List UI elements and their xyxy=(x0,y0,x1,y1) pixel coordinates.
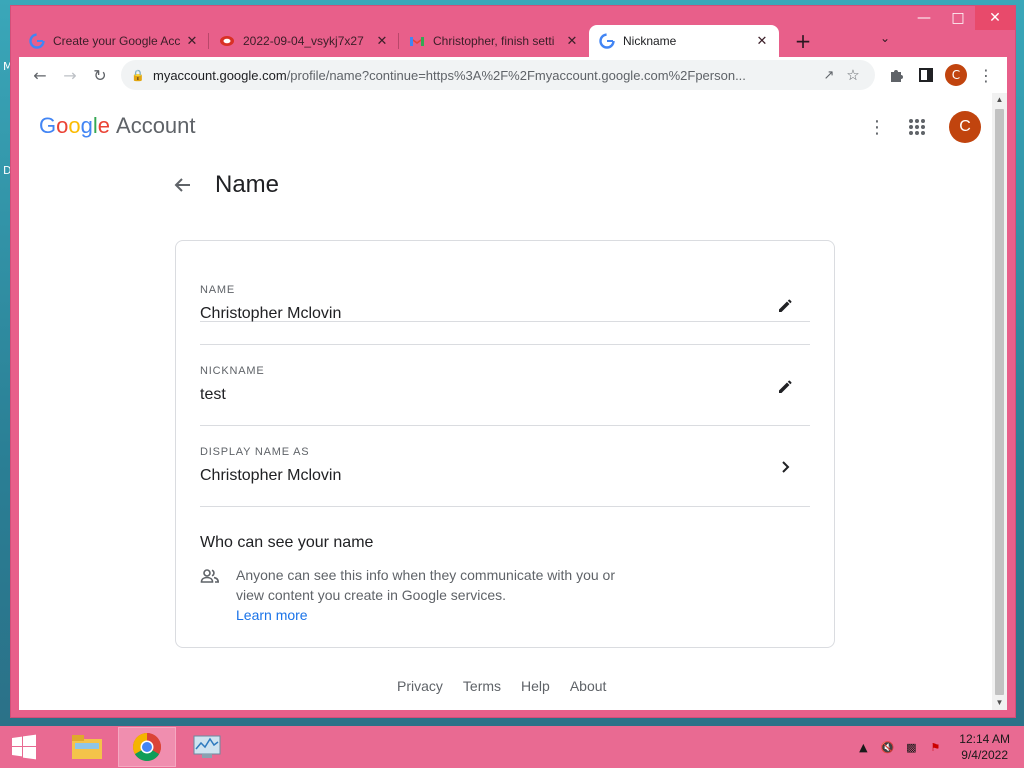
minimize-button[interactable]: — xyxy=(907,6,941,30)
tab-title: Create your Google Acc xyxy=(53,34,181,48)
scroll-up-arrow-icon[interactable]: ▲ xyxy=(992,93,1007,107)
row-value: Christopher Mclovin xyxy=(200,467,342,484)
chrome-taskbar-icon[interactable] xyxy=(118,727,176,767)
name-row-divider-frame xyxy=(200,264,810,345)
clock-date: 9/4/2022 xyxy=(961,748,1008,762)
logo-letter: o xyxy=(56,113,69,138)
account-avatar[interactable]: C xyxy=(949,111,981,143)
browser-toolbar: ← → ↻ 🔒 myaccount.google.com/profile/nam… xyxy=(19,57,1007,93)
google-g-icon xyxy=(29,33,45,49)
share-icon[interactable]: ↗ xyxy=(817,60,841,90)
people-icon xyxy=(200,566,220,586)
url-text[interactable]: myaccount.google.com/profile/name?contin… xyxy=(153,68,817,83)
who-can-see-text: Anyone can see this info when they commu… xyxy=(236,565,616,625)
tab-close-icon[interactable]: ✕ xyxy=(375,33,389,49)
action-center-flag-icon[interactable]: ⚑ xyxy=(923,741,947,754)
row-label: NICKNAME xyxy=(200,365,265,377)
tab-close-icon[interactable]: ✕ xyxy=(185,33,199,49)
side-panel-icon[interactable] xyxy=(911,60,941,90)
reload-button[interactable]: ↻ xyxy=(85,60,115,90)
tab-recording[interactable]: 2022-09-04_vsykj7x27 ✕ xyxy=(209,25,399,57)
system-tray: ▲ 🔇 ▩ ⚑ 12:14 AM 9/4/2022 xyxy=(851,726,1010,768)
windows-taskbar: ▲ 🔇 ▩ ⚑ 12:14 AM 9/4/2022 xyxy=(0,726,1024,768)
display-name-row[interactable]: DISPLAY NAME AS Christopher Mclovin xyxy=(200,426,810,507)
logo-letter: e xyxy=(97,113,111,138)
tab-strip: Create your Google Acc ✕ 2022-09-04_vsyk… xyxy=(19,21,865,57)
who-can-see-heading: Who can see your name xyxy=(200,534,374,551)
lock-icon: 🔒 xyxy=(131,69,145,82)
scroll-down-arrow-icon[interactable]: ▼ xyxy=(992,696,1007,710)
clock-time: 12:14 AM xyxy=(959,732,1010,746)
url-path: /profile/name?continue=https%3A%2F%2Fmya… xyxy=(286,67,746,83)
google-account-logo[interactable]: Google Account xyxy=(39,113,196,139)
tab-close-icon[interactable]: ✕ xyxy=(755,33,769,49)
file-explorer-icon[interactable] xyxy=(58,727,116,767)
page-content: Google Account ⋮ C Name NAME Christopher… xyxy=(19,93,1007,710)
footer-help-link[interactable]: Help xyxy=(521,678,550,694)
address-bar[interactable]: 🔒 myaccount.google.com/profile/name?cont… xyxy=(121,60,875,90)
tab-create-google-account[interactable]: Create your Google Acc ✕ xyxy=(19,25,209,57)
gmail-icon xyxy=(409,33,425,49)
system-clock[interactable]: 12:14 AM 9/4/2022 xyxy=(959,731,1010,763)
scrollbar-thumb[interactable] xyxy=(995,109,1004,695)
close-window-button[interactable]: ✕ xyxy=(975,6,1015,30)
browser-window: — □ ✕ Create your Google Acc ✕ 2022-09-0… xyxy=(10,5,1016,718)
show-hidden-icons-icon[interactable]: ▲ xyxy=(851,741,875,754)
footer-terms-link[interactable]: Terms xyxy=(463,678,501,694)
learn-more-link[interactable]: Learn more xyxy=(236,605,616,625)
nickname-row[interactable]: NICKNAME test xyxy=(200,345,810,426)
profile-button[interactable]: C xyxy=(941,60,971,90)
logo-letter: g xyxy=(80,113,93,138)
edit-pencil-icon[interactable] xyxy=(774,374,798,398)
who-can-see-description: Anyone can see this info when they commu… xyxy=(236,567,615,603)
windows-start-icon[interactable] xyxy=(0,726,48,768)
row-label: DISPLAY NAME AS xyxy=(200,446,310,458)
url-domain: myaccount.google.com xyxy=(153,67,287,83)
account-label: Account xyxy=(116,113,196,138)
page-scrollbar[interactable]: ▲ ▼ xyxy=(992,93,1007,710)
footer-privacy-link[interactable]: Privacy xyxy=(397,678,443,694)
row-value: test xyxy=(200,386,226,403)
tab-search-chevron-icon[interactable]: ⌄ xyxy=(873,26,897,50)
network-icon[interactable]: ▩ xyxy=(899,741,923,754)
tab-title: 2022-09-04_vsykj7x27 xyxy=(243,34,364,48)
browser-menu-kebab-icon[interactable]: ⋮ xyxy=(971,60,1001,90)
volume-muted-icon[interactable]: 🔇 xyxy=(875,741,899,754)
header-actions: ⋮ C xyxy=(857,107,981,147)
tab-title: Christopher, finish setti xyxy=(433,34,555,48)
who-can-see-body: Anyone can see this info when they commu… xyxy=(200,565,616,625)
chevron-right-icon[interactable] xyxy=(774,455,798,479)
bookmark-star-icon[interactable]: ☆ xyxy=(841,60,865,90)
name-settings-card: NAME Christopher Mclovin NICKNAME test D… xyxy=(175,240,835,648)
page-title: Name xyxy=(215,171,280,198)
footer-about-link[interactable]: About xyxy=(570,678,607,694)
window-controls: — □ ✕ xyxy=(907,6,1015,34)
logo-letter: o xyxy=(68,113,81,138)
page-footer: Privacy Terms Help About xyxy=(397,678,626,694)
profile-avatar: C xyxy=(945,64,967,86)
new-tab-button[interactable]: + xyxy=(789,27,817,55)
recording-icon xyxy=(219,33,235,49)
back-arrow-icon[interactable] xyxy=(171,173,195,197)
tab-nickname[interactable]: Nickname ✕ xyxy=(589,25,779,57)
page-title-row: Name xyxy=(171,171,279,199)
google-apps-icon[interactable] xyxy=(897,107,937,147)
forward-button[interactable]: → xyxy=(55,60,85,90)
tab-close-icon[interactable]: ✕ xyxy=(565,33,579,49)
more-options-icon[interactable]: ⋮ xyxy=(857,107,897,147)
tab-title: Nickname xyxy=(623,34,677,48)
google-wordmark: Google xyxy=(39,113,110,139)
extensions-puzzle-icon[interactable] xyxy=(881,60,911,90)
tab-gmail[interactable]: Christopher, finish setti ✕ xyxy=(399,25,589,57)
maximize-button[interactable]: □ xyxy=(941,6,975,30)
google-g-icon xyxy=(599,33,615,49)
back-button[interactable]: ← xyxy=(25,60,55,90)
task-manager-icon[interactable] xyxy=(178,727,236,767)
logo-letter: G xyxy=(39,113,57,138)
